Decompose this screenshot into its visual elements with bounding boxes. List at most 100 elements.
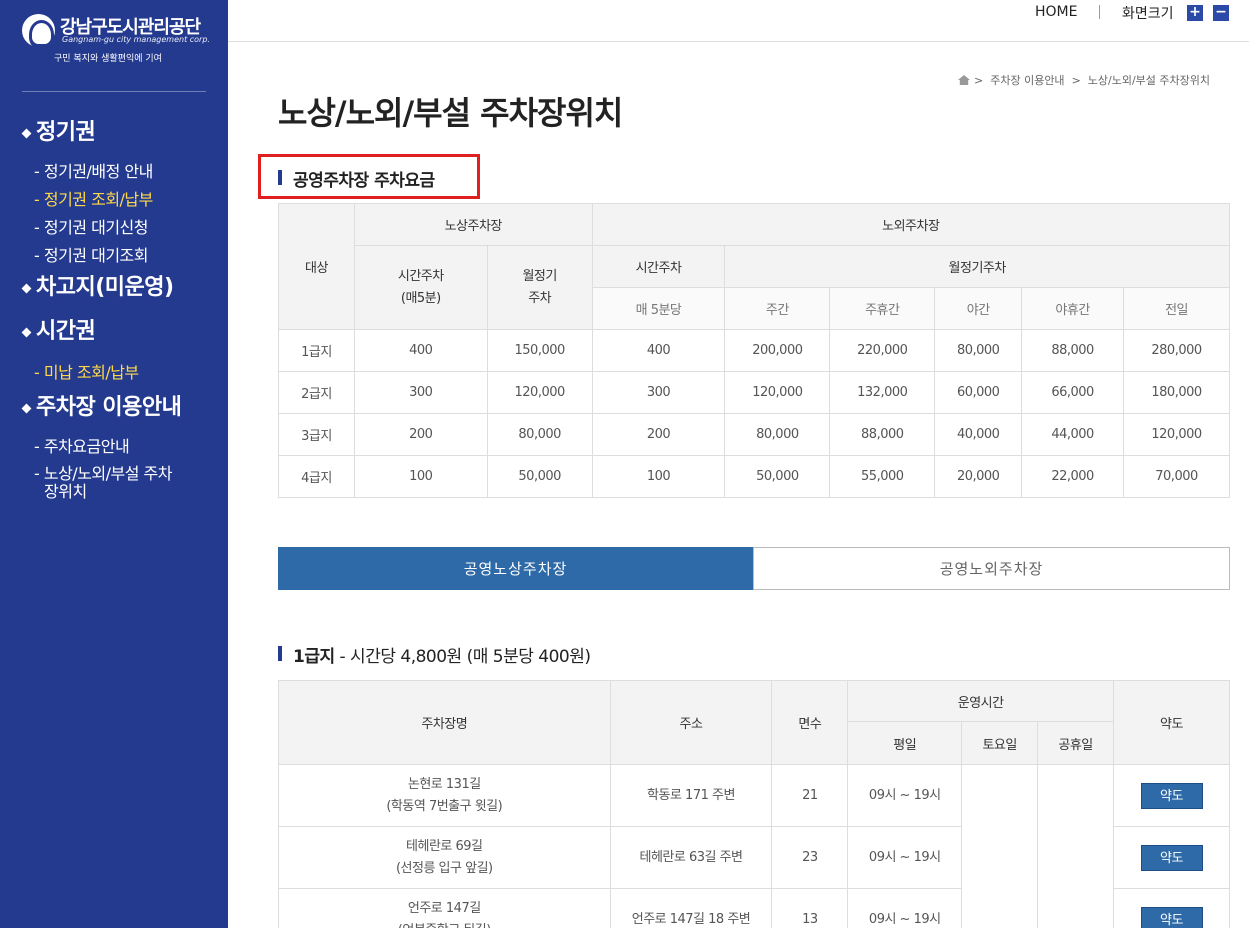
menu-item-season-waitlist-apply[interactable]: - 정기권 대기신청 [34, 214, 222, 242]
header-map: 약도 [1113, 680, 1230, 765]
menu-item-fee-guide[interactable]: - 주차요금안내 [34, 433, 222, 461]
lot-spaces: 21 [771, 764, 849, 827]
menu-head-parking-info[interactable]: 주차장 이용안내 [22, 393, 222, 423]
logo[interactable]: 강남구도시관리공단 Gangnam-gu city management cor… [22, 12, 212, 67]
header-allday: 전일 [1123, 287, 1230, 330]
lot-type-tabs: 공영노상주차장 공영노외주차장 [278, 547, 1230, 590]
lot-map-cell: 약도 [1113, 826, 1230, 889]
table-cell: 88,000 [829, 413, 936, 456]
table-cell: 4급지 [278, 455, 355, 498]
table-cell: 180,000 [1123, 371, 1230, 414]
lot-weekday-hours: 09시 ~ 19시 [847, 826, 963, 889]
home-icon[interactable] [958, 75, 970, 85]
table-cell: 200 [591, 413, 726, 456]
heading-bar-marker [278, 170, 282, 185]
lot-holiday-hours [1037, 764, 1115, 928]
logo-slogan: 구민 복지와 생활편익에 기여 [54, 54, 162, 64]
lot-name: 언주로 147길 [407, 900, 481, 916]
table-row: 2급지 300 120,000 300 120,000 132,000 60,000 66,0… [278, 371, 1230, 414]
menu-item-season-guide[interactable]: - 정기권/배정 안내 [34, 158, 222, 186]
menu-item-season-waitlist-check[interactable]: - 정기권 대기조회 [34, 242, 222, 270]
top-bar: HOME 화면크기 + − [228, 0, 1249, 42]
zoom-label: 화면크기 [1122, 6, 1174, 22]
lot-weekday-hours: 09시 ~ 19시 [847, 764, 963, 827]
lot-spaces: 23 [771, 826, 849, 889]
lot-address: 테헤란로 63길 주변 [609, 826, 773, 889]
lot-saturday-hours [961, 764, 1039, 928]
table-row: 3급지 200 80,000 200 80,000 88,000 40,000 44,000 1… [278, 413, 1230, 456]
table-cell: 50,000 [486, 455, 593, 498]
table-cell: 80,000 [486, 413, 593, 456]
table-cell: 120,000 [724, 371, 831, 414]
menu-item-season-payment[interactable]: - 정기권 조회/납부 [34, 186, 222, 214]
header-offstreet-hourly: 시간주차 [591, 245, 726, 288]
lot-name: 테헤란로 69길 [406, 838, 483, 854]
lot-name-cell: 언주로 147길 (언북중학교 뒤길) [278, 888, 611, 928]
breadcrumb-sep: > [974, 74, 984, 87]
lot-name-cell: 테헤란로 69길 (선정릉 입구 앞길) [278, 826, 611, 889]
zoom-in-button[interactable]: + [1187, 5, 1203, 21]
tab-onstreet[interactable]: 공영노상주차장 [278, 547, 753, 590]
breadcrumb-sep: > [1071, 74, 1081, 87]
home-link[interactable]: HOME [1035, 4, 1077, 20]
table-cell: 300 [591, 371, 726, 414]
table-cell: 3급지 [278, 413, 355, 456]
table-cell: 1급지 [278, 329, 355, 372]
table-cell: 220,000 [829, 329, 936, 372]
page-title: 노상/노외/부설 주차장위치 [278, 94, 623, 132]
map-button[interactable]: 약도 [1140, 782, 1203, 809]
table-row: 4급지 100 50,000 100 50,000 55,000 20,000 22,000 7… [278, 455, 1230, 498]
menu-head-season-pass[interactable]: 정기권 [22, 118, 222, 148]
zoom-out-button[interactable]: − [1213, 5, 1229, 21]
fee-heading-text: 공영주차장 주차요금 [293, 171, 435, 191]
logo-icon [22, 14, 55, 49]
fee-table: 대상 노상주차장 노외주차장 시간주차 (매5분) 월정기 주차 시간주차 월정… [278, 203, 1231, 498]
breadcrumb-level1[interactable]: 주차장 이용안내 [990, 74, 1064, 87]
table-cell: 300 [353, 371, 488, 414]
breadcrumb: > 주차장 이용안내 > 노상/노외/부설 주차장위치 [958, 72, 1210, 88]
table-cell: 55,000 [829, 455, 936, 498]
header-target: 대상 [278, 203, 355, 330]
table-cell: 280,000 [1123, 329, 1230, 372]
table-cell: 200 [353, 413, 488, 456]
lot-note: (언북중학교 뒤길) [279, 920, 610, 928]
table-cell: 2급지 [278, 371, 355, 414]
table-cell: 132,000 [829, 371, 936, 414]
topbar-separator [1099, 5, 1100, 19]
header-holiday: 공휴일 [1037, 721, 1115, 765]
menu-head-hourly[interactable]: 시간권 [22, 317, 222, 347]
menu-head-garage[interactable]: 차고지(미운영) [22, 273, 222, 303]
header-per5min: 매 5분당 [591, 287, 726, 330]
lot-spaces: 13 [771, 888, 849, 928]
lot-name-cell: 논현로 131길 (학동역 7번출구 윗길) [278, 764, 611, 827]
menu-item-lot-location[interactable]: - 노상/노외/부설 주차장위치 [34, 465, 174, 501]
map-button[interactable]: 약도 [1140, 844, 1203, 871]
breadcrumb-level2[interactable]: 노상/노외/부설 주차장위치 [1088, 74, 1210, 87]
lot-note: (선정릉 입구 앞길) [395, 860, 493, 876]
table-cell: 100 [353, 455, 488, 498]
header-spaces: 면수 [771, 680, 849, 765]
table-cell: 400 [353, 329, 488, 372]
header-address: 주소 [609, 680, 773, 765]
menu-item-unpaid[interactable]: - 미납 조회/납부 [34, 359, 222, 387]
lot-address: 언주로 147길 18 주변 [609, 888, 773, 928]
header-day: 주간 [724, 287, 831, 330]
table-cell: 60,000 [934, 371, 1023, 414]
tab-offstreet[interactable]: 공영노외주차장 [753, 547, 1230, 590]
header-day-holiday: 주휴간 [829, 287, 936, 330]
table-cell: 44,000 [1021, 413, 1125, 456]
table-cell: 20,000 [934, 455, 1023, 498]
logo-english: Gangnam-gu city management corp. [62, 35, 210, 44]
table-cell: 80,000 [724, 413, 831, 456]
table-cell: 150,000 [486, 329, 593, 372]
table-cell: 120,000 [1123, 413, 1230, 456]
grade-label: 1급지 [293, 647, 335, 667]
table-cell: 50,000 [724, 455, 831, 498]
table-cell: 200,000 [724, 329, 831, 372]
header-weekday: 평일 [847, 721, 963, 765]
header-saturday: 토요일 [961, 721, 1039, 765]
table-cell: 120,000 [486, 371, 593, 414]
table-cell: 40,000 [934, 413, 1023, 456]
sidebar-menu: 정기권 - 정기권/배정 안내 - 정기권 조회/납부 - 정기권 대기신청 -… [22, 118, 222, 501]
map-button[interactable]: 약도 [1140, 906, 1203, 928]
